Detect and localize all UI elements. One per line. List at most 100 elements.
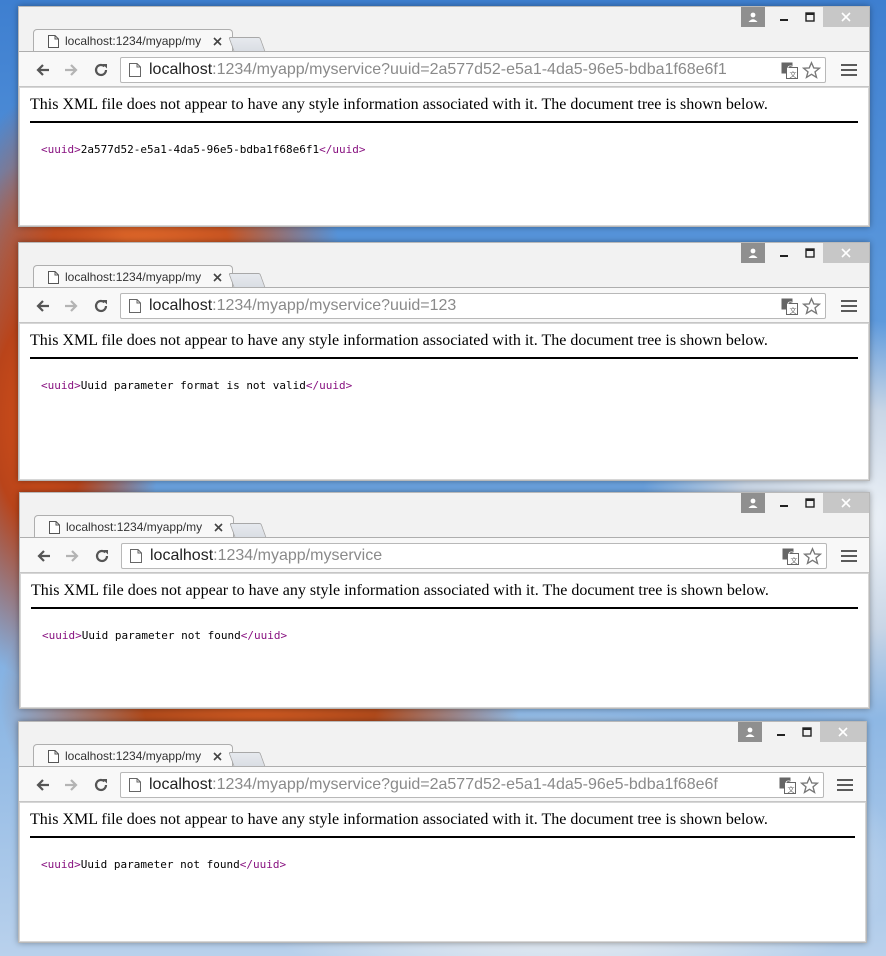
star-icon[interactable] — [802, 60, 821, 80]
new-tab-button[interactable] — [228, 273, 266, 288]
xml-tree-line: <uuid>Uuid parameter not found</uuid> — [41, 858, 286, 871]
menu-icon[interactable] — [841, 297, 857, 315]
back-icon[interactable] — [34, 546, 54, 566]
address-bar[interactable]: localhost:1234/myapp/myservice?uuid=2a57… — [120, 57, 826, 83]
xml-style-notice: This XML file does not appear to have an… — [30, 96, 858, 123]
forward-icon[interactable] — [61, 60, 81, 80]
browser-tab[interactable]: localhost:1234/myapp/my — [33, 744, 233, 767]
toolbar: localhost:1234/myapp/myservice?uuid=123 … — [19, 287, 869, 323]
url-host: localhost — [149, 297, 213, 314]
url-path: :1234/myapp/myservice?guid=2a577d52-e5a1… — [212, 776, 718, 793]
xml-close-tag: </uuid> — [240, 629, 288, 642]
new-tab-button[interactable] — [229, 523, 267, 538]
page-content: This XML file does not appear to have an… — [19, 323, 869, 480]
back-icon[interactable] — [33, 775, 53, 795]
page-icon — [48, 34, 59, 48]
xml-tree-line: <uuid>2a577d52-e5a1-4da5-96e5-bdba1f68e6… — [41, 143, 366, 156]
browser-window-4: localhost:1234/myapp/my localhost:1234/m… — [18, 721, 867, 943]
page-icon — [129, 63, 141, 77]
page-icon — [49, 520, 60, 534]
xml-close-tag: </uuid> — [319, 143, 366, 156]
xml-close-tag: </uuid> — [305, 379, 353, 392]
url-path: :1234/myapp/myservice?uuid=2a577d52-e5a1… — [212, 61, 727, 78]
tab-strip: localhost:1234/myapp/my — [19, 7, 869, 52]
translate-icon[interactable]: G文 — [781, 62, 798, 79]
xml-open-tag: <uuid> — [41, 379, 81, 392]
page-content: This XML file does not appear to have an… — [20, 573, 869, 708]
tab-close-icon[interactable] — [211, 35, 223, 47]
xml-close-tag: </uuid> — [239, 858, 287, 871]
star-icon[interactable] — [800, 775, 819, 795]
browser-tab[interactable]: localhost:1234/myapp/my — [33, 265, 233, 288]
toolbar: localhost:1234/myapp/myservice G文 — [20, 537, 869, 573]
url-path: :1234/myapp/myservice?uuid=123 — [212, 297, 457, 314]
forward-icon[interactable] — [61, 775, 81, 795]
menu-icon[interactable] — [841, 547, 857, 565]
toolbar: localhost:1234/myapp/myservice?uuid=2a57… — [19, 51, 869, 87]
tab-title: localhost:1234/myapp/my — [65, 34, 202, 48]
new-tab-button[interactable] — [228, 37, 266, 52]
browser-window-3: localhost:1234/myapp/my localhost:1234/m… — [19, 492, 870, 709]
reload-icon[interactable] — [92, 546, 112, 566]
svg-text:文: 文 — [790, 306, 797, 315]
forward-icon[interactable] — [62, 546, 82, 566]
url-text[interactable]: localhost:1234/myapp/myservice?guid=2a57… — [149, 776, 779, 794]
xml-value: 2a577d52-e5a1-4da5-96e5-bdba1f68e6f1 — [80, 143, 320, 156]
star-icon[interactable] — [803, 546, 822, 566]
tab-close-icon[interactable] — [211, 271, 223, 283]
svg-text:文: 文 — [790, 70, 797, 79]
browser-window-1: localhost:1234/myapp/my localhost:1234/m… — [18, 6, 870, 227]
xml-style-notice: This XML file does not appear to have an… — [31, 582, 858, 609]
page-icon — [130, 549, 142, 563]
new-tab-button[interactable] — [228, 752, 266, 767]
menu-icon[interactable] — [837, 776, 853, 794]
toolbar: localhost:1234/myapp/myservice?guid=2a57… — [19, 766, 866, 802]
svg-text:文: 文 — [791, 556, 798, 565]
page-icon — [48, 749, 59, 763]
xml-style-notice: This XML file does not appear to have an… — [30, 811, 855, 838]
url-text[interactable]: localhost:1234/myapp/myservice — [150, 547, 782, 565]
xml-value: Uuid parameter format is not valid — [80, 379, 306, 392]
xml-tree-line: <uuid>Uuid parameter not found</uuid> — [42, 629, 287, 642]
back-icon[interactable] — [33, 60, 53, 80]
url-host: localhost — [149, 61, 213, 78]
tab-strip: localhost:1234/myapp/my — [20, 493, 869, 538]
page-icon — [48, 270, 59, 284]
url-host: localhost — [149, 776, 213, 793]
page-icon — [129, 299, 141, 313]
browser-tab[interactable]: localhost:1234/myapp/my — [34, 515, 234, 538]
xml-value: Uuid parameter not found — [81, 629, 241, 642]
reload-icon[interactable] — [91, 775, 111, 795]
reload-icon[interactable] — [91, 60, 111, 80]
menu-icon[interactable] — [841, 61, 857, 79]
address-bar[interactable]: localhost:1234/myapp/myservice?guid=2a57… — [120, 772, 824, 798]
back-icon[interactable] — [33, 296, 53, 316]
tab-close-icon[interactable] — [212, 521, 224, 533]
address-bar[interactable]: localhost:1234/myapp/myservice G文 — [121, 543, 827, 569]
tab-strip: localhost:1234/myapp/my — [19, 243, 869, 288]
xml-open-tag: <uuid> — [42, 629, 82, 642]
xml-style-notice: This XML file does not appear to have an… — [30, 332, 858, 359]
address-bar[interactable]: localhost:1234/myapp/myservice?uuid=123 … — [120, 293, 826, 319]
translate-icon[interactable]: G文 — [781, 298, 798, 315]
forward-icon[interactable] — [61, 296, 81, 316]
xml-open-tag: <uuid> — [41, 143, 81, 156]
page-icon — [129, 778, 141, 792]
browser-tab[interactable]: localhost:1234/myapp/my — [33, 29, 233, 52]
reload-icon[interactable] — [91, 296, 111, 316]
page-content: This XML file does not appear to have an… — [19, 87, 869, 226]
url-text[interactable]: localhost:1234/myapp/myservice?uuid=123 — [149, 297, 781, 315]
tab-title: localhost:1234/myapp/my — [65, 749, 202, 763]
url-text[interactable]: localhost:1234/myapp/myservice?uuid=2a57… — [149, 61, 781, 79]
tab-close-icon[interactable] — [211, 750, 223, 762]
browser-window-2: localhost:1234/myapp/my localhost:1234/m… — [18, 242, 870, 481]
star-icon[interactable] — [802, 296, 821, 316]
svg-text:文: 文 — [788, 785, 795, 794]
url-path: :1234/myapp/myservice — [213, 547, 383, 564]
xml-open-tag: <uuid> — [41, 858, 81, 871]
translate-icon[interactable]: G文 — [779, 777, 796, 794]
tab-title: localhost:1234/myapp/my — [65, 270, 202, 284]
translate-icon[interactable]: G文 — [782, 548, 799, 565]
url-host: localhost — [150, 547, 214, 564]
page-content: This XML file does not appear to have an… — [19, 802, 866, 942]
